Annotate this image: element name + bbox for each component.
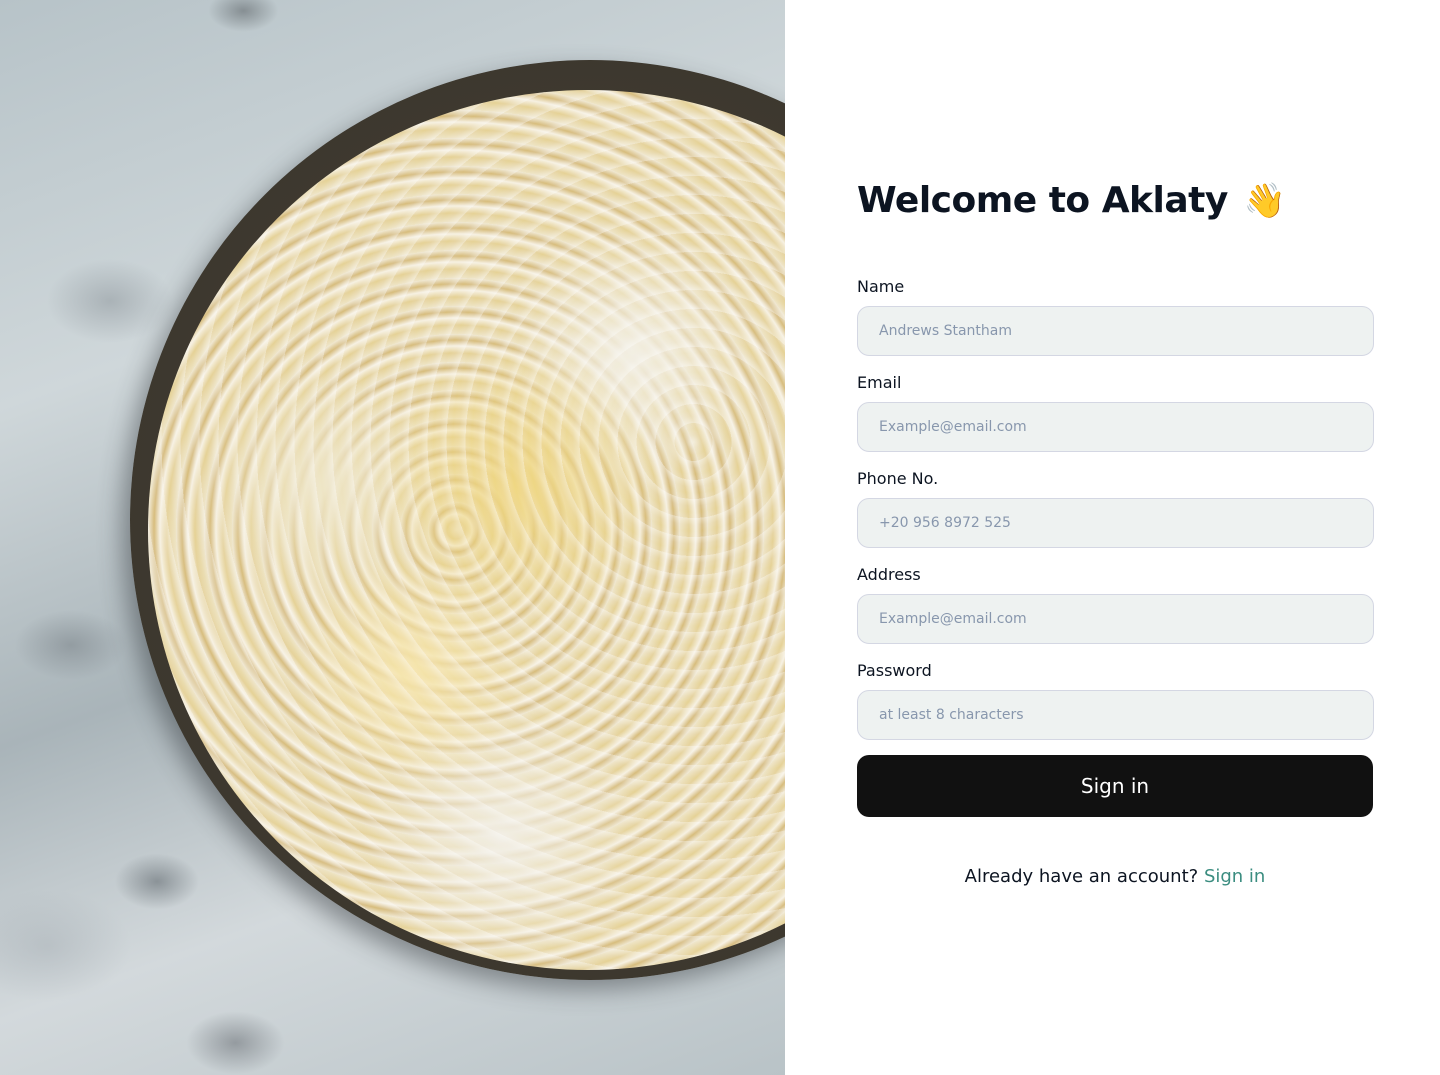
address-input[interactable] (857, 594, 1374, 644)
waving-hand-icon: 👋 (1243, 180, 1287, 221)
account-prompt-text: Already have an account? (964, 866, 1199, 887)
sign-in-button[interactable]: Sign in (857, 755, 1373, 817)
phone-field: Phone No. (857, 468, 1374, 548)
password-input[interactable] (857, 690, 1374, 740)
name-field: Name (857, 276, 1374, 356)
sign-in-link[interactable]: Sign in (1204, 866, 1265, 887)
phone-label: Phone No. (857, 469, 939, 488)
email-field: Email (857, 372, 1374, 452)
password-field: Password (857, 660, 1374, 740)
title-row: Welcome to Aklaty 👋 (857, 180, 1286, 221)
signup-panel: Welcome to Aklaty 👋 Name Email Phone No.… (785, 0, 1440, 1075)
page-title: Welcome to Aklaty (857, 180, 1228, 221)
address-field: Address (857, 564, 1374, 644)
address-label: Address (857, 565, 921, 584)
email-label: Email (857, 373, 902, 392)
name-label: Name (857, 277, 905, 296)
hero-image (0, 0, 785, 1075)
phone-input[interactable] (857, 498, 1374, 548)
email-input[interactable] (857, 402, 1374, 452)
password-label: Password (857, 661, 932, 680)
account-prompt-row: Already have an account? Sign in (857, 866, 1373, 887)
name-input[interactable] (857, 306, 1374, 356)
